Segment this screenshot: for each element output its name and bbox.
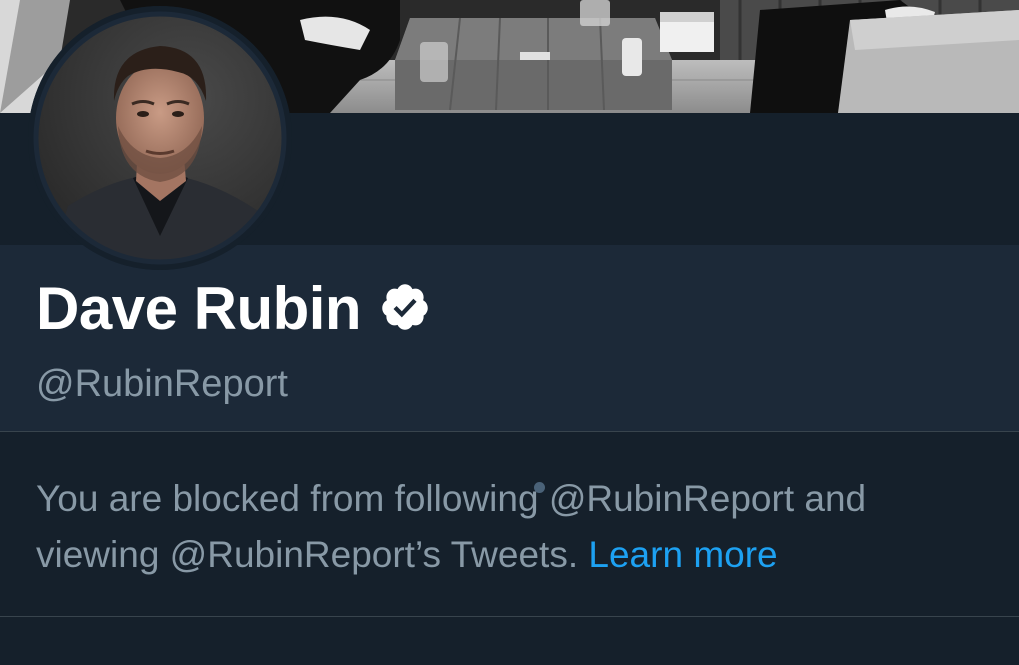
profile-page: Dave Rubin @RubinReport You are blocked …: [0, 0, 1019, 665]
divider: [0, 431, 1019, 432]
blocked-notice: You are blocked from following @RubinRep…: [36, 471, 996, 583]
display-name-text: Dave Rubin: [36, 275, 362, 342]
profile-handle: @RubinReport: [36, 363, 288, 405]
learn-more-link[interactable]: Learn more: [588, 534, 777, 575]
scroll-indicator-dot: [534, 482, 545, 493]
profile-display-name: Dave Rubin: [36, 274, 431, 344]
divider: [0, 616, 1019, 617]
profile-avatar[interactable]: [28, 6, 292, 270]
verified-badge-icon: [382, 284, 428, 330]
